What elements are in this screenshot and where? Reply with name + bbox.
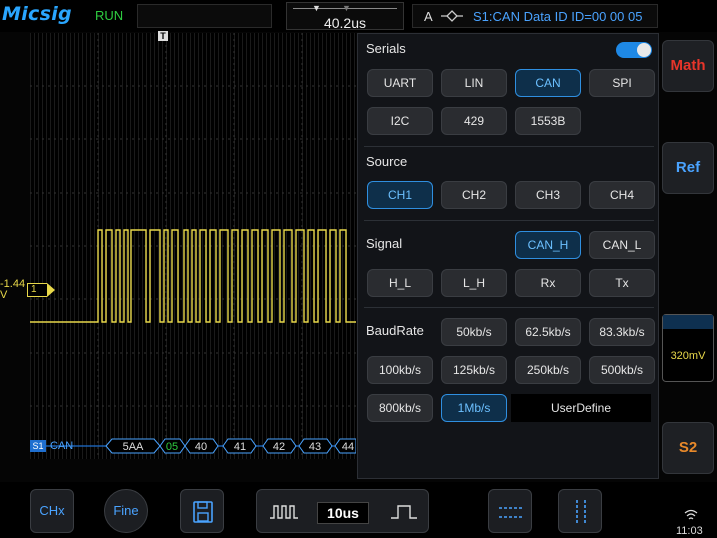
horizontal-cursor-button[interactable] [488, 489, 532, 533]
signal-h-l-button[interactable]: H_L [367, 269, 433, 297]
signal-label: Signal [366, 236, 403, 251]
signal-l-h-button[interactable]: L_H [441, 269, 507, 297]
protocol-uart-button[interactable]: UART [367, 69, 433, 97]
signal-can-l-button[interactable]: CAN_L [589, 231, 655, 259]
trigger-edge-icon [441, 8, 463, 27]
timebase-decrease-icon[interactable] [269, 502, 299, 522]
oscilloscope-screen: Micsig RUN ▼ ▼ 40.2us A S1:CAN Data ID I… [0, 0, 717, 538]
baud-50k-button[interactable]: 50kb/s [441, 318, 507, 346]
wifi-icon [684, 509, 698, 520]
source-ch4-button[interactable]: CH4 [589, 181, 655, 209]
decode-frame: 41 [234, 441, 246, 453]
protocol-1553b-button[interactable]: 1553B [515, 107, 581, 135]
timebase-increase-icon[interactable] [389, 502, 419, 522]
ref-button[interactable]: Ref [662, 142, 714, 194]
fine-button[interactable]: Fine [104, 489, 148, 533]
source-label: Source [366, 154, 408, 169]
trigger-position-icon: ▼ [312, 3, 321, 13]
baud-800k-button[interactable]: 800kb/s [367, 394, 433, 422]
baud-100k-button[interactable]: 100kb/s [367, 356, 433, 384]
trigger-description: S1:CAN Data ID ID=00 00 05 [473, 9, 643, 24]
decode-frame: 42 [273, 441, 285, 453]
horizontal-cursor-icon [499, 507, 523, 518]
source-ch3-button[interactable]: CH3 [515, 181, 581, 209]
source-ch1-button[interactable]: CH1 [367, 181, 433, 209]
ch1-offset-label: -1.44 V [0, 278, 26, 301]
save-button[interactable] [180, 489, 224, 533]
divider [364, 220, 654, 221]
panel-title: Serials [366, 41, 406, 56]
serial-settings-panel: Serials UART LIN CAN SPI I2C 429 1553B S… [357, 33, 659, 479]
timebase-control: 10us [256, 489, 429, 533]
baud-62k5-button[interactable]: 62.5kb/s [515, 318, 581, 346]
decode-frame: 05 [166, 441, 178, 453]
vertical-cursor-icon [576, 500, 586, 524]
status-box [137, 4, 272, 28]
baud-83k3-button[interactable]: 83.3kb/s [589, 318, 655, 346]
signal-can-h-button[interactable]: CAN_H [515, 231, 581, 259]
baud-500k-button[interactable]: 500kb/s [589, 356, 655, 384]
serial-enable-toggle[interactable] [616, 42, 652, 58]
protocol-can-button[interactable]: CAN [515, 69, 581, 97]
baud-1m-button[interactable]: 1Mb/s [441, 394, 507, 422]
toggle-knob [637, 43, 651, 57]
brand-logo: Micsig [2, 3, 72, 25]
baud-125k-button[interactable]: 125kb/s [441, 356, 507, 384]
ch1-offset-handle[interactable]: 1 [27, 283, 55, 297]
ch1-scale-panel[interactable]: 320mV [662, 314, 714, 382]
center-position-icon: ▼ [342, 3, 351, 13]
decode-frame: 40 [195, 441, 207, 453]
bus-protocol-label: CAN [50, 440, 74, 452]
ch1-tab [663, 315, 713, 329]
trigger-info[interactable]: A S1:CAN Data ID ID=00 00 05 [412, 4, 658, 28]
decode-frame: 44 [342, 441, 354, 453]
save-icon [193, 501, 213, 523]
baudrate-label: BaudRate [366, 323, 424, 338]
math-button[interactable]: Math [662, 40, 714, 92]
run-status[interactable]: RUN [95, 8, 123, 23]
chx-button[interactable]: CHx [30, 489, 74, 533]
source-ch2-button[interactable]: CH2 [441, 181, 507, 209]
divider [364, 146, 654, 147]
baud-user-define-button[interactable]: UserDefine [511, 394, 651, 422]
protocol-lin-button[interactable]: LIN [441, 69, 507, 97]
waveform-grid: 5AA 05 40 41 42 43 44 [30, 33, 356, 459]
signal-tx-button[interactable]: Tx [589, 269, 655, 297]
bus-s1-tag[interactable]: S1 [30, 440, 46, 452]
decode-frame: 5AA [123, 441, 144, 453]
clock: 11:03 [676, 525, 703, 537]
protocol-spi-button[interactable]: SPI [589, 69, 655, 97]
timebase-value[interactable]: 10us [317, 502, 369, 524]
s2-button[interactable]: S2 [662, 422, 714, 474]
ch1-volts-per-div: 320mV [670, 350, 706, 362]
timebase-offset: 40.2us [323, 15, 367, 31]
signal-rx-button[interactable]: Rx [515, 269, 581, 297]
trigger-marker[interactable]: T [158, 31, 168, 41]
top-bar: Micsig RUN ▼ ▼ 40.2us A S1:CAN Data ID I… [0, 0, 717, 32]
timebase-position[interactable]: ▼ ▼ 40.2us [286, 2, 404, 31]
trigger-source: A [424, 9, 433, 24]
baud-250k-button[interactable]: 250kb/s [515, 356, 581, 384]
decode-frame: 43 [309, 441, 321, 453]
vertical-cursor-button[interactable] [558, 489, 602, 533]
protocol-i2c-button[interactable]: I2C [367, 107, 433, 135]
divider [364, 307, 654, 308]
protocol-429-button[interactable]: 429 [441, 107, 507, 135]
ch1-trace [30, 229, 356, 323]
